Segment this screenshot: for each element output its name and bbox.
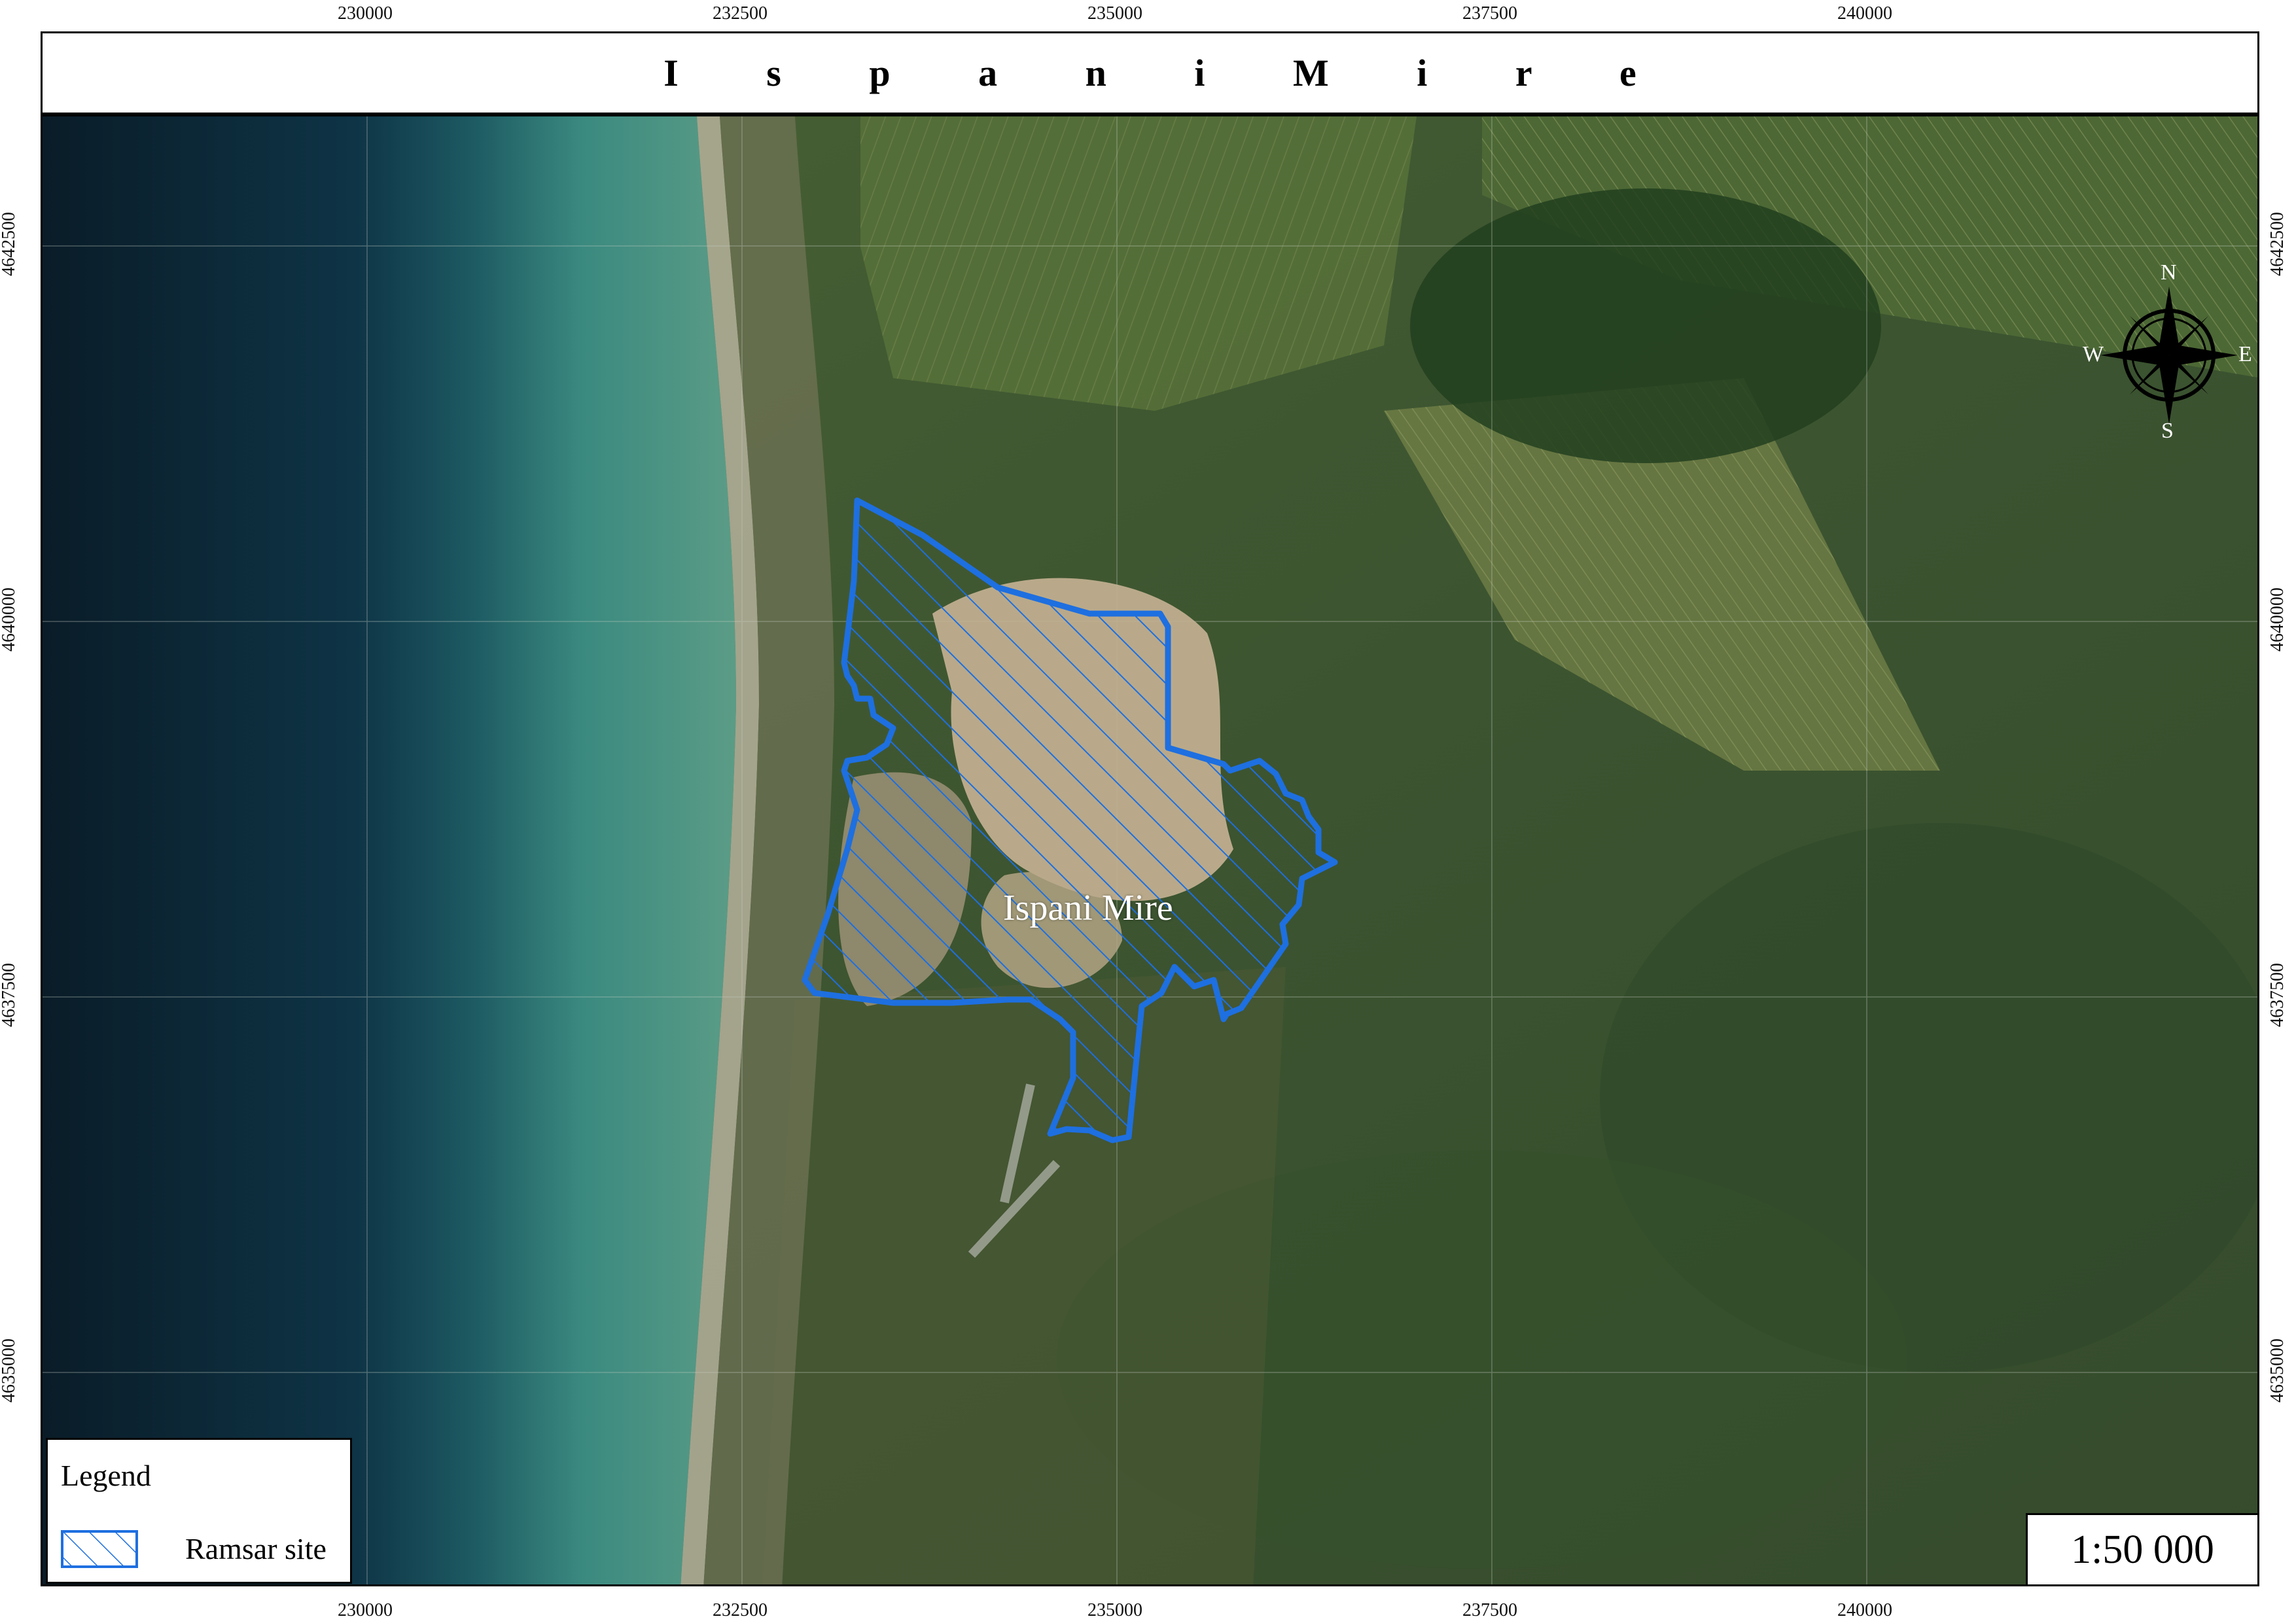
x-tick-top: 237500 (1462, 3, 1517, 24)
compass-east: E (2238, 342, 2252, 366)
compass-rose: N S W E (2083, 260, 2254, 444)
y-tick-right: 4635000 (2267, 1338, 2287, 1403)
compass-north: N (2161, 260, 2177, 285)
y-tick-left: 4637500 (0, 963, 19, 1027)
x-tick-top: 240000 (1837, 3, 1892, 24)
y-tick-right: 4642500 (2267, 212, 2287, 276)
x-tick-bottom: 235000 (1087, 1600, 1142, 1620)
x-tick-top: 230000 (338, 3, 393, 24)
y-tick-left: 4642500 (0, 212, 19, 276)
sea-area (43, 116, 736, 1584)
y-tick-left: 4640000 (0, 587, 19, 652)
legend-panel: Legend Ramsar site (46, 1438, 352, 1584)
map-title: I s p a n i M i r e (663, 52, 1676, 94)
y-tick-right: 4640000 (2267, 587, 2287, 652)
scale-text: 1:50 000 (2026, 1513, 2259, 1586)
x-tick-bottom: 240000 (1837, 1600, 1892, 1620)
satellite-map (43, 116, 2257, 1584)
y-tick-left: 4635000 (0, 1338, 19, 1403)
map-canvas[interactable]: N S W E Ispani Mire (41, 114, 2259, 1586)
x-tick-top: 232500 (713, 3, 768, 24)
compass-south: S (2161, 419, 2174, 443)
legend-title: Legend (61, 1459, 151, 1492)
x-tick-bottom: 237500 (1462, 1600, 1517, 1620)
x-tick-bottom: 232500 (713, 1600, 768, 1620)
x-tick-bottom: 230000 (338, 1600, 393, 1620)
ramsar-site-label: Ispani Mire (1003, 888, 1173, 928)
map-title-box: I s p a n i M i r e (41, 31, 2259, 114)
legend-item-label: Ramsar site (185, 1532, 327, 1565)
compass-west: W (2083, 342, 2104, 366)
ramsar-site-swatch-icon (61, 1530, 138, 1568)
x-tick-top: 235000 (1087, 3, 1142, 24)
forest-area (1410, 188, 1881, 463)
y-tick-right: 4637500 (2267, 963, 2287, 1027)
